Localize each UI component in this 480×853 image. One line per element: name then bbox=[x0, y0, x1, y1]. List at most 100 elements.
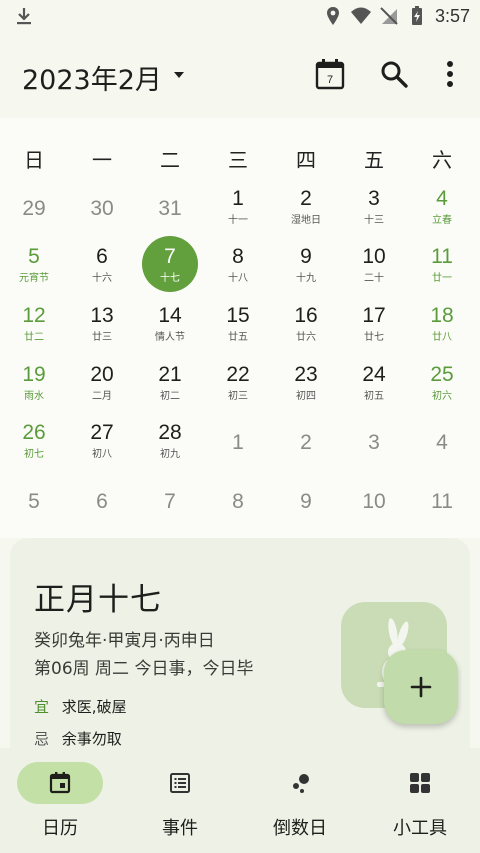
day-lunar: 十六 bbox=[92, 273, 112, 284]
location-icon bbox=[326, 7, 339, 25]
search-icon[interactable] bbox=[378, 58, 410, 90]
day-number: 30 bbox=[90, 197, 114, 220]
day-cell[interactable]: 1 bbox=[204, 416, 272, 474]
nav-item-countdown[interactable]: 倒数日 bbox=[240, 748, 360, 853]
day-number: 5 bbox=[28, 490, 40, 513]
day-cell[interactable]: 4 bbox=[408, 416, 476, 474]
day-cell[interactable]: 8 十八 bbox=[204, 240, 272, 298]
today-calendar-icon[interactable]: 7 bbox=[314, 58, 346, 90]
day-number: 16 bbox=[294, 304, 318, 327]
ji-row: 忌 余事勿取 bbox=[34, 728, 122, 749]
nav-item-widgets[interactable]: 小工具 bbox=[360, 748, 480, 853]
day-cell[interactable]: 13 廿三 bbox=[68, 299, 136, 357]
weekday-label: 一 bbox=[92, 148, 112, 172]
day-cell[interactable]: 18 廿八 bbox=[408, 299, 476, 357]
day-number: 11 bbox=[431, 245, 453, 268]
day-cell[interactable]: 9 十九 bbox=[272, 240, 340, 298]
day-cell[interactable]: 11 bbox=[408, 475, 476, 533]
day-lunar: 初九 bbox=[160, 449, 180, 460]
day-number: 27 bbox=[90, 421, 114, 444]
day-number: 4 bbox=[436, 431, 448, 454]
day-cell[interactable]: 27 初八 bbox=[68, 416, 136, 474]
day-number: 17 bbox=[362, 304, 386, 327]
day-cell[interactable]: 24 初五 bbox=[340, 358, 408, 416]
day-number: 10 bbox=[362, 490, 386, 513]
day-cell[interactable]: 21 初二 bbox=[136, 358, 204, 416]
day-cell[interactable]: 31 bbox=[136, 182, 204, 240]
day-number: 7 bbox=[164, 245, 176, 268]
day-number: 14 bbox=[158, 304, 182, 327]
lunar-date: 正月十七 bbox=[34, 582, 162, 618]
download-icon bbox=[17, 8, 31, 25]
day-cell[interactable]: 3 十三 bbox=[340, 182, 408, 240]
countdown-icon bbox=[293, 774, 309, 793]
day-cell[interactable]: 23 初四 bbox=[272, 358, 340, 416]
day-number: 6 bbox=[96, 490, 108, 513]
day-number: 9 bbox=[300, 490, 312, 513]
day-cell[interactable]: 9 bbox=[272, 475, 340, 533]
day-number: 21 bbox=[158, 363, 182, 386]
day-cell[interactable]: 17 廿七 bbox=[340, 299, 408, 357]
day-cell[interactable]: 10 二十 bbox=[340, 240, 408, 298]
day-cell[interactable]: 5 bbox=[0, 475, 68, 533]
day-number: 24 bbox=[362, 363, 386, 386]
day-cell[interactable]: 6 十六 bbox=[68, 240, 136, 298]
day-cell[interactable]: 6 bbox=[68, 475, 136, 533]
day-number: 3 bbox=[368, 187, 380, 210]
nav-item-events[interactable]: 事件 bbox=[120, 748, 240, 853]
week-info: 第06周 周二 今日事，今日毕 bbox=[34, 659, 254, 679]
day-cell[interactable]: 29 bbox=[0, 182, 68, 240]
day-number: 25 bbox=[430, 363, 454, 386]
day-lunar: 二十 bbox=[364, 273, 384, 284]
day-cell[interactable]: 26 初七 bbox=[0, 416, 68, 474]
day-cell[interactable]: 30 bbox=[68, 182, 136, 240]
weekday-label: 日 bbox=[24, 148, 44, 172]
day-lunar: 二月 bbox=[92, 391, 112, 402]
weekday-label: 五 bbox=[364, 148, 384, 172]
day-cell[interactable]: 7 bbox=[136, 475, 204, 533]
day-cell[interactable]: 22 初三 bbox=[204, 358, 272, 416]
day-number: 29 bbox=[22, 197, 46, 220]
day-cell[interactable]: 8 bbox=[204, 475, 272, 533]
day-cell[interactable]: 25 初六 bbox=[408, 358, 476, 416]
nav-label-events: 事件 bbox=[162, 818, 198, 839]
day-cell[interactable]: 14 情人节 bbox=[136, 299, 204, 357]
day-number: 31 bbox=[158, 197, 182, 220]
day-cell[interactable]: 15 廿五 bbox=[204, 299, 272, 357]
add-event-button[interactable] bbox=[384, 650, 458, 724]
weekday-label: 六 bbox=[432, 148, 452, 172]
day-number: 2 bbox=[300, 431, 312, 454]
caret-down-icon[interactable] bbox=[172, 68, 186, 82]
status-bar: 3:57 bbox=[0, 0, 480, 34]
day-cell[interactable]: 20 二月 bbox=[68, 358, 136, 416]
day-number: 22 bbox=[226, 363, 250, 386]
day-lunar: 初七 bbox=[24, 449, 44, 460]
day-cell[interactable]: 28 初九 bbox=[136, 416, 204, 474]
day-number: 19 bbox=[22, 363, 46, 386]
day-lunar: 初二 bbox=[160, 391, 180, 402]
day-lunar: 廿二 bbox=[24, 332, 44, 343]
bottom-navigation: 日历 事件 倒数日 小工具 bbox=[0, 748, 480, 853]
day-cell[interactable]: 16 廿六 bbox=[272, 299, 340, 357]
day-cell[interactable]: 12 廿二 bbox=[0, 299, 68, 357]
day-cell[interactable]: 2 bbox=[272, 416, 340, 474]
list-icon bbox=[170, 773, 190, 793]
day-lunar: 立春 bbox=[432, 215, 452, 226]
month-title[interactable]: 2023年2月 bbox=[22, 58, 162, 97]
nav-item-calendar[interactable]: 日历 bbox=[0, 748, 120, 853]
day-cell[interactable]: 3 bbox=[340, 416, 408, 474]
day-cell[interactable]: 11 廿一 bbox=[408, 240, 476, 298]
day-cell[interactable]: 10 bbox=[340, 475, 408, 533]
day-cell[interactable]: 4 立春 bbox=[408, 182, 476, 240]
day-cell-today[interactable]: 7 十七 bbox=[136, 236, 204, 298]
day-lunar: 廿一 bbox=[432, 273, 452, 284]
day-cell[interactable]: 19 雨水 bbox=[0, 358, 68, 416]
yi-text: 求医,破屋 bbox=[61, 698, 127, 716]
day-cell[interactable]: 1 十一 bbox=[204, 182, 272, 240]
day-lunar: 初六 bbox=[432, 391, 452, 402]
day-number: 11 bbox=[431, 490, 453, 513]
day-lunar: 十七 bbox=[160, 273, 180, 284]
day-cell[interactable]: 2 湿地日 bbox=[272, 182, 340, 240]
day-cell[interactable]: 5 元宵节 bbox=[0, 240, 68, 298]
more-vert-icon[interactable] bbox=[434, 58, 466, 90]
